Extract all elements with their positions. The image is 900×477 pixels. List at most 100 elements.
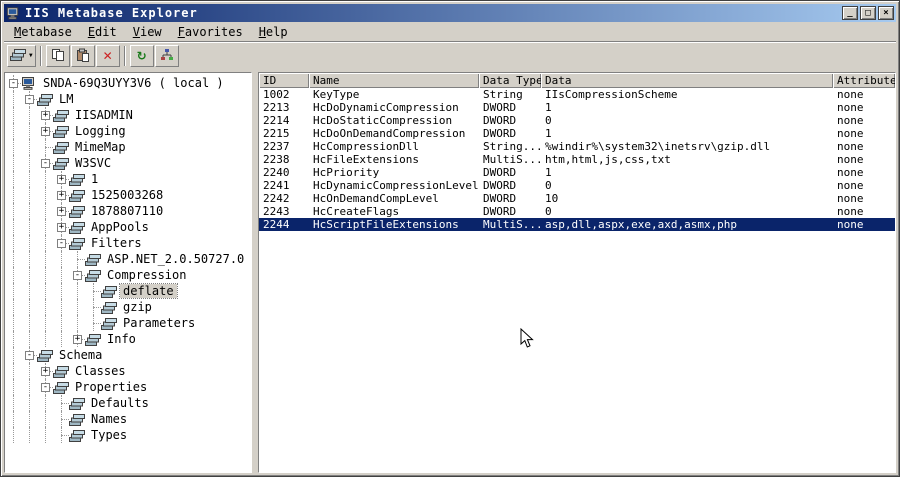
tree-item-1[interactable]: +1	[5, 171, 251, 187]
tree-item-deflate[interactable]: deflate	[5, 283, 251, 299]
tree-item-label: 1525003268	[91, 188, 164, 202]
tree-item-label: Parameters	[123, 316, 196, 330]
collapse-icon[interactable]: -	[37, 379, 53, 395]
tree-item-compression[interactable]: - Compression	[5, 267, 251, 283]
tree-item-1525003268[interactable]: +1525003268	[5, 187, 251, 203]
tree-item-mimemap[interactable]: MimeMap	[5, 139, 251, 155]
expand-icon[interactable]: +	[37, 363, 53, 379]
collapse-icon[interactable]: -	[5, 75, 21, 91]
network-button[interactable]	[154, 45, 179, 67]
tree-item-types[interactable]: Types	[5, 427, 251, 443]
menu-item-metabase[interactable]: Metabase	[6, 23, 80, 41]
column-header-id[interactable]: ID	[259, 73, 309, 88]
list-row-2241[interactable]: 2241 HcDynamicCompressionLevel DWORD 0 none	[259, 179, 895, 192]
list-row-2243[interactable]: 2243 HcCreateFlags DWORD 0 none	[259, 205, 895, 218]
cell-attributes: none	[837, 88, 864, 101]
refresh-button[interactable]: ↻	[129, 45, 154, 67]
column-header-data-type[interactable]: Data Type	[479, 73, 541, 88]
title-bar[interactable]: IIS Metabase Explorer _ □ ×	[4, 4, 896, 22]
list-body: 1002 KeyType String IIsCompressionScheme non…	[259, 88, 895, 472]
delete-button[interactable]: ✕	[95, 45, 120, 67]
list-row-2237[interactable]: 2237 HcCompressionDll String... %windir%\sy…	[259, 140, 895, 153]
tree-item-w3svc[interactable]: - W3SVC	[5, 155, 251, 171]
expand-icon[interactable]: +	[53, 203, 69, 219]
collapse-icon[interactable]: -	[21, 347, 37, 363]
metabase-node-icon	[69, 236, 88, 250]
tree-item-asp-net-2-0-50727-0[interactable]: ASP.NET_2.0.50727.0	[5, 251, 251, 267]
copy-button[interactable]	[45, 45, 70, 67]
menu-item-edit[interactable]: Edit	[80, 23, 125, 41]
expand-icon[interactable]: +	[53, 187, 69, 203]
cell-name: HcScriptFileExtensions	[313, 218, 459, 231]
collapse-icon[interactable]: -	[69, 267, 85, 283]
maximize-button[interactable]: □	[860, 6, 876, 20]
column-header-attributes[interactable]: Attributes	[833, 73, 895, 88]
list-row-2242[interactable]: 2242 HcOnDemandCompLevel DWORD 10 none	[259, 192, 895, 205]
menu-item-favorites[interactable]: Favorites	[170, 23, 251, 41]
tree-guide	[21, 155, 37, 171]
expand-icon[interactable]: +	[53, 171, 69, 187]
tree-item-apppools[interactable]: + AppPools	[5, 219, 251, 235]
tree-item-parameters[interactable]: Parameters	[5, 315, 251, 331]
column-header-name[interactable]: Name	[309, 73, 479, 88]
tree-guide	[37, 427, 53, 443]
tree-guide	[37, 139, 53, 155]
tree-guide	[37, 411, 53, 427]
list-view: IDNameData TypeDataAttributes 1002 KeyTyp…	[258, 72, 896, 473]
list-row-2213[interactable]: 2213 HcDoDynamicCompression DWORD 1 none	[259, 101, 895, 114]
tree-guide	[21, 331, 37, 347]
tree-item-iisadmin[interactable]: + IISADMIN	[5, 107, 251, 123]
list-row-2240[interactable]: 2240 HcPriority DWORD 1 none	[259, 166, 895, 179]
collapse-icon[interactable]: -	[53, 235, 69, 251]
collapse-icon[interactable]: -	[37, 155, 53, 171]
list-row-2238[interactable]: 2238 HcFileExtensions MultiS... htm,html,js…	[259, 153, 895, 166]
tree-item-names[interactable]: Names	[5, 411, 251, 427]
tree-item-gzip[interactable]: gzip	[5, 299, 251, 315]
tree-item-properties[interactable]: - Properties	[5, 379, 251, 395]
tree-item-defaults[interactable]: Defaults	[5, 395, 251, 411]
tree-guide	[21, 299, 37, 315]
tree-guide	[5, 139, 21, 155]
tree-item-info[interactable]: + Info	[5, 331, 251, 347]
tree-item-classes[interactable]: + Classes	[5, 363, 251, 379]
tree-item-label: Classes	[75, 364, 126, 378]
tree-item-label: SNDA-69Q3UYY3V6 ( local )	[43, 76, 224, 90]
list-row-2215[interactable]: 2215 HcDoOnDemandCompression DWORD 1 none	[259, 127, 895, 140]
tree-item-filters[interactable]: - Filters	[5, 235, 251, 251]
tree-item-snda-69q3uyy3v6-local[interactable]: - SNDA-69Q3UYY3V6 ( local )	[5, 75, 251, 91]
tree-item-1878807110[interactable]: +1878807110	[5, 203, 251, 219]
cell-name: HcDynamicCompressionLevel	[313, 179, 479, 192]
menu-item-help[interactable]: Help	[251, 23, 296, 41]
close-button[interactable]: ×	[878, 6, 894, 20]
cell-data: %windir%\system32\inetsrv\gzip.dll	[545, 140, 771, 153]
list-row-1002[interactable]: 1002 KeyType String IIsCompressionScheme non…	[259, 88, 895, 101]
menu-bar: Metabase Edit View Favorites Help	[4, 22, 896, 42]
tree-guide	[37, 395, 53, 411]
tree-guide	[5, 219, 21, 235]
expand-icon[interactable]: +	[69, 331, 85, 347]
cell-id: 1002	[263, 88, 290, 101]
tree-guide	[21, 379, 37, 395]
expand-icon[interactable]: +	[37, 123, 53, 139]
tree-guide	[37, 267, 53, 283]
tree-guide	[21, 107, 37, 123]
tree-item-label: Types	[91, 428, 128, 442]
paste-button[interactable]	[70, 45, 95, 67]
tree-item-lm[interactable]: - LM	[5, 91, 251, 107]
cell-data-type: DWORD	[483, 179, 517, 192]
column-header-data[interactable]: Data	[541, 73, 833, 88]
list-row-2214[interactable]: 2214 HcDoStaticCompression DWORD 0 none	[259, 114, 895, 127]
minimize-button[interactable]: _	[842, 6, 858, 20]
menu-item-view[interactable]: View	[125, 23, 170, 41]
expand-icon[interactable]: +	[37, 107, 53, 123]
collapse-icon[interactable]: -	[21, 91, 37, 107]
list-row-2244[interactable]: 2244 HcScriptFileExtensions MultiS... asp,d…	[259, 218, 895, 231]
tree-item-schema[interactable]: - Schema	[5, 347, 251, 363]
tree-item-label: 1878807110	[91, 204, 164, 218]
cell-attributes: none	[837, 218, 864, 231]
tree-item-logging[interactable]: + Logging	[5, 123, 251, 139]
cell-data: 1	[545, 166, 552, 179]
dropdown-caret-icon[interactable]: ▼	[29, 53, 33, 59]
expand-icon[interactable]: +	[53, 219, 69, 235]
connect-server-button[interactable]: ▼	[7, 45, 36, 67]
